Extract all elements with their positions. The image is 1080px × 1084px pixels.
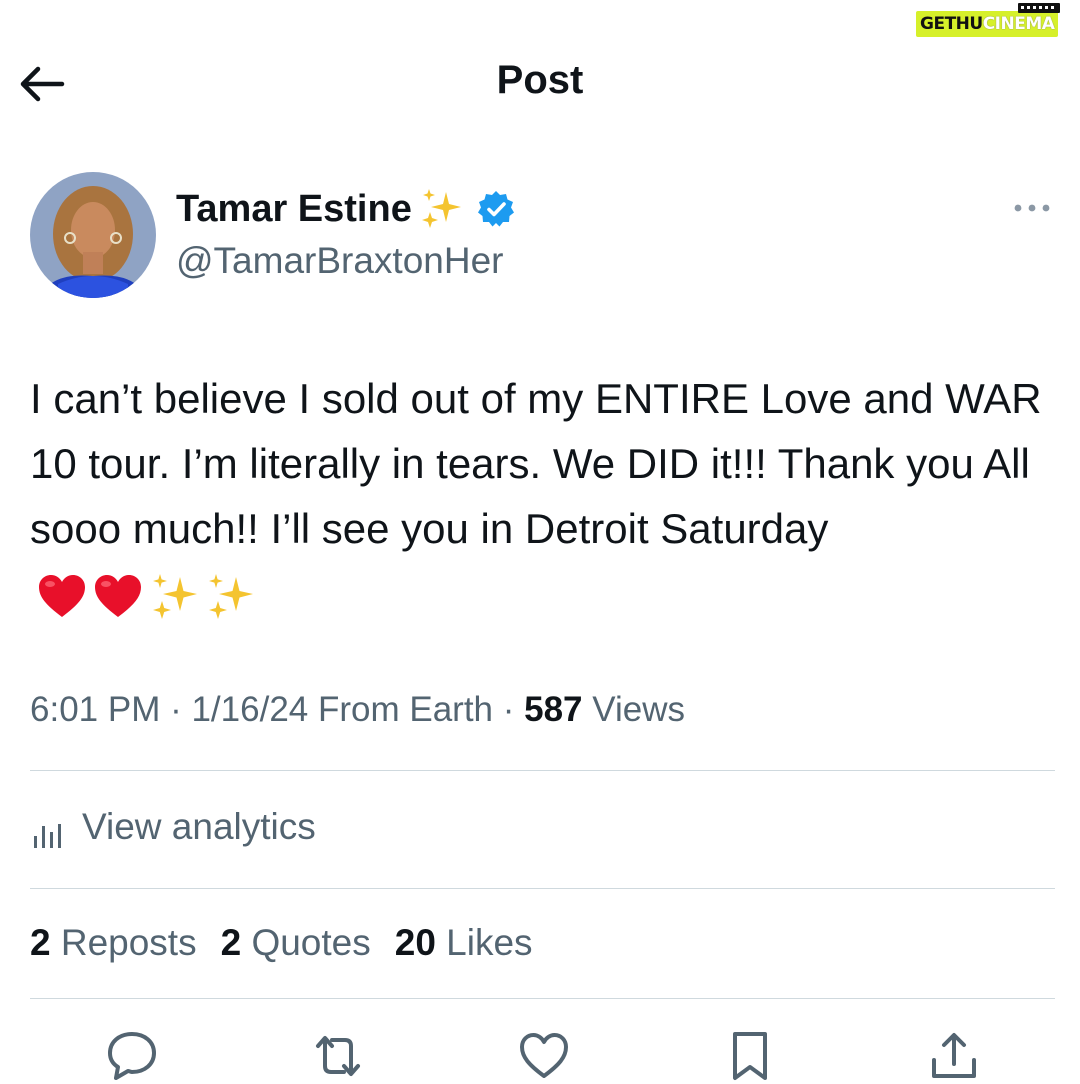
red-heart-icon — [39, 574, 85, 617]
avatar-image — [30, 172, 156, 298]
reposts-count[interactable]: 2 — [30, 922, 51, 963]
post-time[interactable]: 6:01 PM — [30, 690, 160, 729]
post-text: I can’t believe I sold out of my ENTIRE … — [30, 366, 1060, 626]
sparkles-icon — [153, 573, 197, 619]
views-label: Views — [582, 690, 685, 729]
like-icon[interactable] — [516, 1028, 572, 1084]
share-icon[interactable] — [926, 1028, 982, 1084]
watermark-text-2: CINEMA — [982, 14, 1055, 34]
red-heart-icon — [95, 574, 141, 617]
post-date[interactable]: 1/16/24 — [191, 690, 308, 729]
likes-stat[interactable]: 20 Likes — [395, 922, 533, 964]
divider — [30, 770, 1055, 771]
page-title: Post — [496, 58, 584, 102]
author-name-row[interactable]: Tamar Estine — [176, 186, 516, 232]
view-analytics-link[interactable]: View analytics — [30, 804, 316, 850]
post-text-content: I can’t believe I sold out of my ENTIRE … — [30, 375, 1042, 552]
reposts-stat[interactable]: 2 Reposts — [30, 922, 197, 964]
post-meta: 6:01 PM · 1/16/24 From Earth · 587 Views — [30, 690, 685, 730]
watermark-badge: GETHU CINEMA — [916, 3, 1061, 37]
sparkles-icon — [209, 573, 253, 619]
author-name[interactable]: Tamar Estine — [176, 188, 412, 231]
film-strip-icon — [1018, 3, 1061, 13]
views-count: 587 — [524, 690, 583, 729]
engagement-stats: 2 Reposts 2 Quotes 20 Likes — [30, 922, 557, 964]
sparkles-icon — [421, 189, 461, 228]
quotes-label[interactable]: Quotes — [241, 922, 370, 963]
quotes-stat[interactable]: 2 Quotes — [221, 922, 371, 964]
quotes-count[interactable]: 2 — [221, 922, 242, 963]
likes-label[interactable]: Likes — [436, 922, 532, 963]
watermark-logo: GETHU CINEMA — [916, 3, 1076, 42]
likes-count[interactable]: 20 — [395, 922, 436, 963]
verified-badge-icon — [477, 191, 514, 227]
emoji-row — [36, 571, 260, 623]
reposts-label[interactable]: Reposts — [51, 922, 197, 963]
divider — [30, 888, 1055, 889]
watermark-text-1: GETHU — [920, 14, 983, 34]
repost-icon[interactable] — [310, 1028, 366, 1084]
meta-separator: · — [493, 690, 525, 729]
meta-separator: · — [160, 690, 192, 729]
more-options-icon[interactable] — [1008, 196, 1056, 220]
avatar[interactable] — [30, 172, 156, 298]
author-handle[interactable]: @TamarBraxtonHer — [176, 240, 504, 282]
analytics-icon — [34, 824, 61, 848]
reply-icon[interactable] — [104, 1028, 160, 1084]
view-analytics-label[interactable]: View analytics — [82, 806, 316, 848]
post-source: From Earth — [308, 690, 494, 729]
divider — [30, 998, 1055, 999]
bookmark-icon[interactable] — [722, 1028, 778, 1084]
